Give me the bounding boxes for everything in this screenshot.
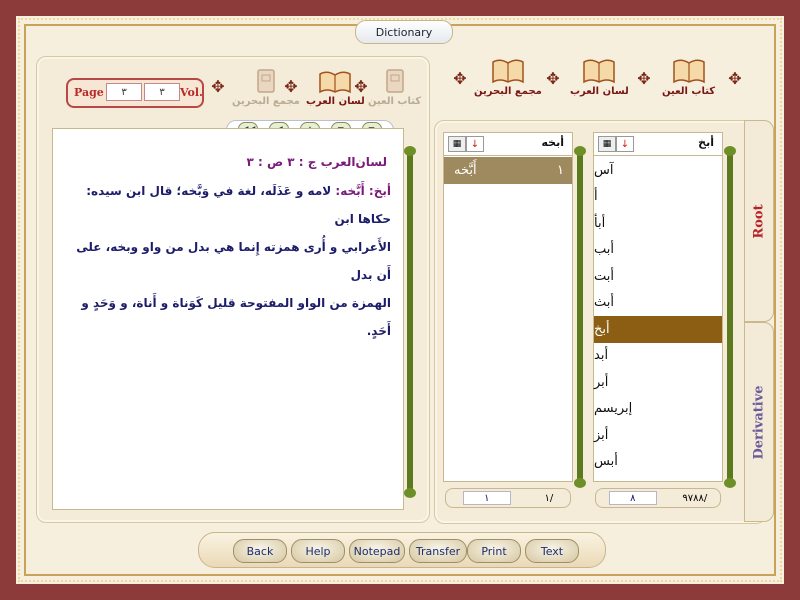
derivative-word: أَبَّخه — [454, 162, 477, 178]
entry-line: الهمزة من الواو المفتوحة قليل كَوَناة و … — [81, 296, 391, 338]
open-book-icon — [672, 59, 705, 84]
keyboard-icon[interactable]: ▦ — [448, 136, 466, 152]
root-search-value[interactable]: أبخ — [698, 136, 714, 149]
bottom-toolbar: Back Help Notepad Transfer Print Text — [198, 532, 606, 568]
page-label: Page — [74, 86, 104, 99]
ornament-icon: ✥ — [453, 68, 467, 88]
vol-label: Vol. — [180, 86, 203, 99]
derivative-list: ▦ ↓ أبخه ١ أَبَّخه — [443, 132, 573, 482]
root-total: ٩٧٨٨/ — [682, 492, 708, 504]
page-vol-box: Page ٣ ٣ Vol. — [58, 68, 208, 114]
root-list: ▦ ↓ أبخ آس أ أبأ أبب أبت أبث أبخ أبد أبر… — [593, 132, 723, 482]
derivative-status-bar: ١ ١/ — [445, 488, 571, 508]
root-item[interactable]: أبأ — [594, 210, 722, 237]
root-item[interactable]: أبد — [594, 343, 722, 370]
tab-root-label: Root — [751, 203, 767, 239]
window-title: Dictionary — [355, 20, 453, 44]
entry-headword: أبخ: — [368, 184, 391, 198]
help-button[interactable]: Help — [291, 539, 345, 563]
derivative-total: ١/ — [544, 492, 554, 504]
root-item[interactable]: أبث — [594, 290, 722, 317]
root-item-selected[interactable]: أبخ — [594, 316, 722, 343]
root-position: ٨ — [608, 491, 657, 505]
print-button[interactable]: Print — [467, 539, 521, 563]
entry-source-header: لسان‌العرب ج : ٣ ص : ٣ — [246, 155, 387, 169]
root-item[interactable]: أبز — [594, 422, 722, 449]
book-kitab-al-ayn[interactable]: كتاب العين — [662, 58, 715, 97]
book-lisan-al-arab[interactable]: لسان العرب — [570, 58, 629, 97]
derivative-list-header: ▦ ↓ أبخه — [444, 133, 572, 156]
derivative-scrollbar[interactable] — [574, 146, 586, 488]
book-majma-al-bahrain[interactable]: مجمع البحرين — [474, 58, 542, 97]
left-book-lisan-al-arab[interactable]: لسان العرب — [306, 68, 365, 107]
left-book-kitab-al-ayn[interactable]: كتاب العين — [368, 68, 421, 107]
closed-book-icon — [257, 69, 275, 93]
root-status-bar: ٨ ٩٧٨٨/ — [595, 488, 721, 508]
arrow-down-icon[interactable]: ↓ — [616, 136, 634, 152]
entry-word: أَبَّخه: — [335, 184, 365, 198]
vol-field[interactable]: ٣ — [144, 83, 180, 101]
root-list-header: ▦ ↓ أبخ — [594, 133, 722, 156]
root-rows: آس أ أبأ أبب أبت أبث أبخ أبد أبر إبريسم … — [594, 157, 722, 475]
keyboard-icon[interactable]: ▦ — [598, 136, 616, 152]
root-scrollbar[interactable] — [724, 146, 736, 488]
root-item[interactable]: إبريسم — [594, 396, 722, 423]
left-book-majma-al-bahrain[interactable]: مجمع البحرين — [232, 68, 300, 107]
root-item[interactable]: أبب — [594, 237, 722, 264]
ornament-icon: ✥ — [637, 68, 651, 88]
derivative-search-value[interactable]: أبخه — [542, 136, 565, 149]
ornament-icon: ✥ — [211, 76, 225, 96]
entry-body: أبخ: أَبَّخه: لامه و عَذَلَه، لغة في وَب… — [61, 177, 391, 345]
open-book-icon — [583, 59, 616, 84]
notepad-button[interactable]: Notepad — [349, 539, 405, 563]
tab-derivative[interactable]: Derivative — [744, 322, 774, 522]
open-book-icon — [319, 71, 352, 94]
derivative-num: ١ — [557, 162, 564, 178]
entry-line: الأَعرابي و أُرى همزته إِنما هي بدل من و… — [76, 240, 391, 282]
tab-root[interactable]: Root — [744, 120, 774, 322]
derivative-position: ١ — [462, 491, 511, 505]
entry-text-area[interactable]: لسان‌العرب ج : ٣ ص : ٣ أبخ: أَبَّخه: لام… — [52, 128, 404, 510]
derivative-rows: ١ أَبَّخه — [444, 157, 572, 184]
page-field[interactable]: ٣ — [106, 83, 142, 101]
root-item[interactable]: أ — [594, 184, 722, 211]
entry-scrollbar[interactable] — [404, 146, 416, 498]
back-button[interactable]: Back — [233, 539, 287, 563]
entry-line: أبخ: أَبَّخه: لامه و عَذَلَه، لغة في وَب… — [61, 177, 391, 233]
text-button[interactable]: Text — [525, 539, 579, 563]
root-item[interactable]: أبر — [594, 369, 722, 396]
derivative-item[interactable]: ١ أَبَّخه — [444, 157, 572, 184]
ornament-icon: ✥ — [546, 68, 560, 88]
tab-derivative-label: Derivative — [751, 384, 767, 460]
arrow-down-icon[interactable]: ↓ — [466, 136, 484, 152]
root-item[interactable]: أبت — [594, 263, 722, 290]
root-item[interactable]: آس — [594, 157, 722, 184]
root-item[interactable]: أبس — [594, 449, 722, 476]
ornament-icon: ✥ — [728, 68, 742, 88]
closed-book-icon — [385, 69, 404, 93]
transfer-button[interactable]: Transfer — [409, 539, 467, 563]
open-book-icon — [492, 59, 524, 84]
